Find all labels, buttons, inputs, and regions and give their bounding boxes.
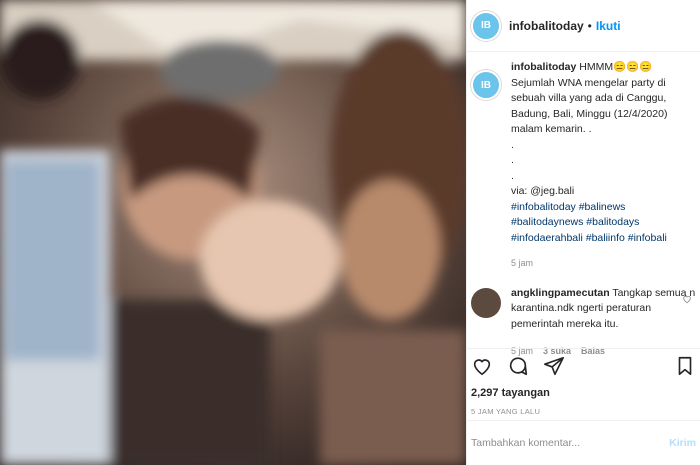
send-button[interactable]: Kirim (669, 437, 696, 449)
caption-line: . (511, 138, 514, 151)
caption-time: 5 jam (511, 258, 534, 268)
post-side-panel: IB infobalitoday • Ikuti IB infobalitoda… (466, 0, 700, 465)
comments-section: IB infobalitoday HMMM😑😑😑 Sejumlah WNA me… (467, 60, 700, 360)
bookmark-icon[interactable] (674, 355, 696, 382)
caption-line: Sejumlah WNA mengelar party di (511, 76, 666, 89)
comment-icon[interactable] (507, 355, 529, 382)
separator-dot: • (587, 18, 592, 33)
reply-avatar[interactable] (471, 287, 501, 318)
caption-line: sebuah villa yang ada di Canggu, (511, 92, 667, 104)
hashtag-line[interactable]: #infobalitoday #balinews (511, 200, 696, 216)
author-avatar[interactable]: IB (471, 10, 501, 41)
caption-username[interactable]: infobalitoday (511, 61, 576, 73)
add-comment-bar: Tambahkan komentar... Kirim (467, 420, 700, 465)
video-frame (0, 0, 466, 465)
caption-line: . (511, 154, 514, 166)
action-bar: 2,297 tayangan 5 JAM YANG LALU (467, 348, 700, 416)
caption-text: infobalitoday HMMM😑😑😑 Sejumlah WNA menge… (511, 60, 696, 246)
heart-icon[interactable] (471, 355, 493, 382)
comment-input[interactable]: Tambahkan komentar... (471, 437, 669, 449)
view-count[interactable]: 2,297 tayangan (471, 387, 696, 399)
caption-line: . (511, 169, 514, 182)
caption-line: Badung, Bali, Minggu (12/4/2020) (511, 107, 668, 120)
heart-outline-icon[interactable] (682, 294, 692, 307)
post-date: 5 JAM YANG LALU (471, 407, 541, 416)
post-header: IB infobalitoday • Ikuti (467, 0, 700, 52)
reply-username[interactable]: angklingpamecutan (511, 287, 610, 299)
avatar-initials: IB (481, 20, 491, 31)
hashtag-line[interactable]: #balitodaynews #balitodays (511, 215, 696, 231)
follow-button[interactable]: Ikuti (596, 19, 621, 33)
avatar-initials: IB (481, 79, 491, 91)
hashtag-line[interactable]: #infodaerahbali #baliinfo #infobali (511, 231, 696, 247)
caption-avatar[interactable]: IB (471, 70, 501, 100)
caption-comment: IB infobalitoday HMMM😑😑😑 Sejumlah WNA me… (467, 60, 700, 272)
caption-line: via: @jeg.bali (511, 185, 575, 197)
post-video[interactable] (0, 0, 466, 465)
author-username[interactable]: infobalitoday (509, 19, 584, 33)
share-icon[interactable] (543, 355, 565, 382)
caption-line: HMMM😑😑😑 (579, 61, 653, 73)
caption-line: malam kemarin. . (511, 123, 592, 135)
